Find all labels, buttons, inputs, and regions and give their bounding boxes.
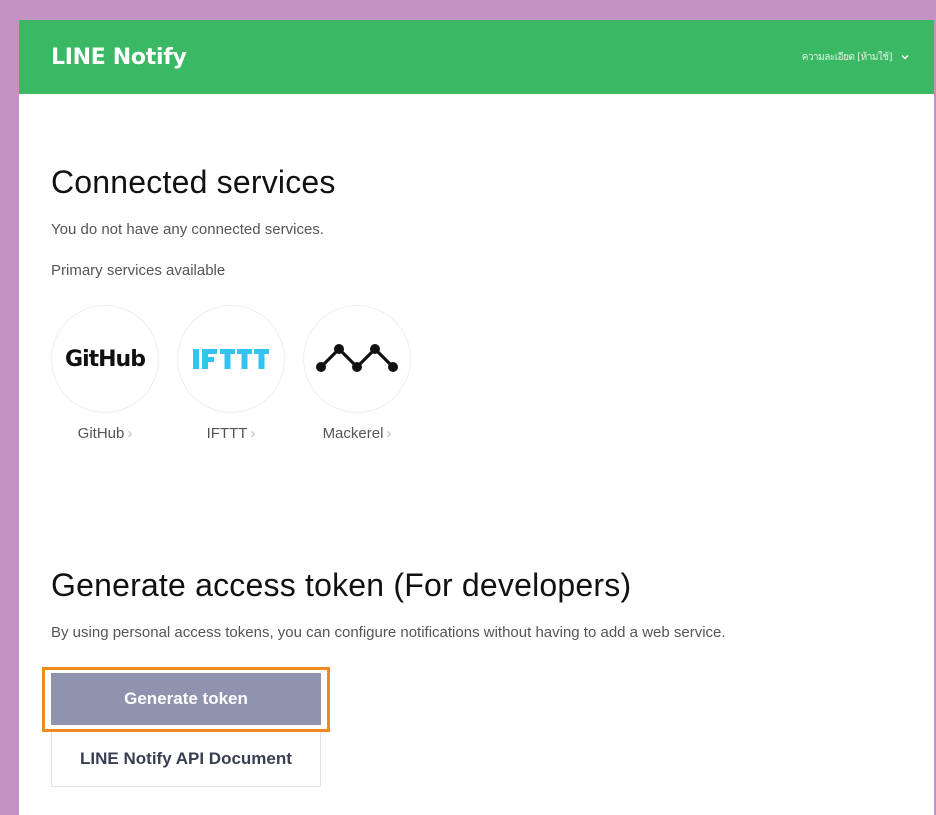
- user-menu[interactable]: ความละเอียด [ห้ามใช้]: [802, 50, 910, 65]
- generate-token-button[interactable]: Generate token: [51, 673, 321, 725]
- service-ifttt[interactable]: IFTTT ›: [177, 305, 285, 442]
- service-name: Mackerel: [322, 425, 384, 442]
- api-document-button[interactable]: LINE Notify API Document: [51, 731, 321, 787]
- service-name: GitHub: [77, 425, 125, 442]
- ifttt-logo-circle[interactable]: [177, 305, 285, 413]
- primary-services-label: Primary services available: [51, 262, 226, 279]
- main-content: Connected services You do not have any c…: [19, 163, 934, 787]
- generate-token-description: By using personal access tokens, you can…: [51, 624, 726, 641]
- user-name: ความละเอียด [ห้ามใช้]: [801, 51, 893, 63]
- services-list: GitHub GitHub › IFTTT › Mackerel ›: [51, 305, 934, 442]
- service-github[interactable]: GitHub GitHub ›: [51, 305, 159, 442]
- no-connected-services-text: You do not have any connected services.: [51, 221, 324, 238]
- token-buttons: Generate token LINE Notify API Document: [42, 667, 341, 787]
- service-mackerel[interactable]: Mackerel ›: [303, 305, 411, 442]
- github-logo: GitHub: [65, 346, 146, 372]
- github-logo-circle[interactable]: GitHub: [51, 305, 159, 413]
- mackerel-logo-icon: [316, 344, 398, 372]
- ifttt-logo: [193, 349, 269, 369]
- service-label-github[interactable]: GitHub ›: [78, 425, 133, 442]
- service-name: IFTTT: [206, 425, 248, 442]
- chevron-down-icon: [901, 55, 909, 60]
- chevron-right-icon: ›: [250, 425, 256, 442]
- service-label-mackerel[interactable]: Mackerel ›: [323, 425, 392, 442]
- mackerel-logo-circle[interactable]: [303, 305, 411, 413]
- browser-window: LINE Notify ความละเอียด [ห้ามใช้] Connec…: [19, 20, 934, 815]
- line-notify-logo[interactable]: LINE Notify: [51, 45, 187, 70]
- chevron-right-icon: ›: [127, 425, 133, 442]
- chevron-right-icon: ›: [386, 425, 392, 442]
- service-label-ifttt[interactable]: IFTTT ›: [207, 425, 256, 442]
- connected-services-title: Connected services: [51, 164, 336, 200]
- generate-token-title: Generate access token (For developers): [51, 567, 632, 603]
- top-header: LINE Notify ความละเอียด [ห้ามใช้]: [19, 20, 934, 94]
